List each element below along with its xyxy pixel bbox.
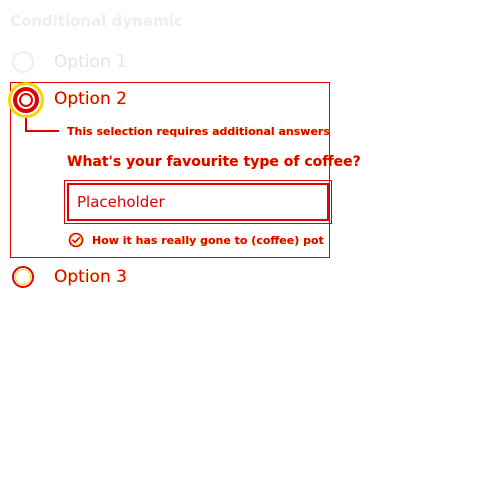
input-status-message: How it has really gone to (coffee) pot <box>68 232 324 248</box>
status-text: How it has really gone to (coffee) pot <box>92 233 324 247</box>
radio-option-label: Option 1 <box>54 52 127 72</box>
radio-option-label: Option 3 <box>54 267 127 287</box>
check-circle-icon <box>68 232 84 248</box>
radio-ring <box>13 87 39 113</box>
radio-dot <box>19 93 33 107</box>
page: Conditional dynamic Option 1 Option 2 Th… <box>0 0 500 500</box>
coffee-question-label: What's your favourite type of coffee? <box>67 154 361 170</box>
radio-button-unselected[interactable] <box>12 51 34 73</box>
page-heading: Conditional dynamic <box>10 12 183 30</box>
conditional-hint-text: This selection requires additional answe… <box>67 125 330 138</box>
radio-option-1[interactable]: Option 1 <box>12 51 127 73</box>
radio-option-3[interactable]: Option 3 <box>12 266 127 288</box>
radio-button-selected[interactable] <box>8 82 44 118</box>
conditional-connector-line <box>25 118 59 132</box>
radio-option-2-label[interactable]: Option 2 <box>54 89 127 109</box>
coffee-type-input[interactable] <box>64 180 332 224</box>
radio-button-unselected[interactable] <box>12 266 34 288</box>
